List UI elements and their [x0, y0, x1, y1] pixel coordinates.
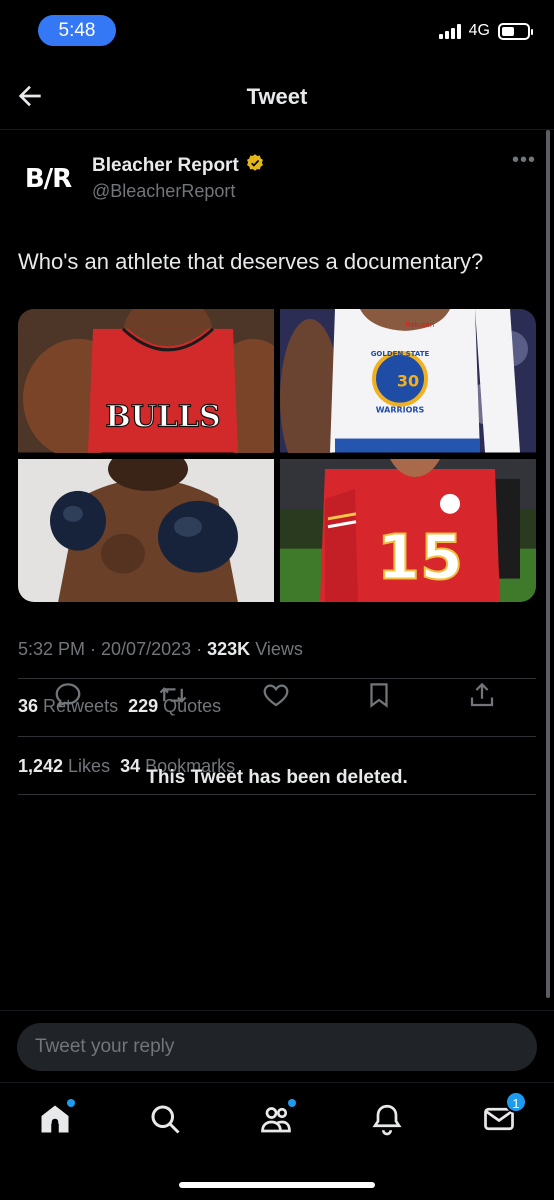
- media-image-warriors[interactable]: 30 GOLDEN STATE WARRIORS Rakuten: [280, 309, 536, 453]
- more-options-icon[interactable]: •••: [512, 149, 536, 172]
- home-icon[interactable]: [37, 1099, 75, 1137]
- jersey-arc-text: GOLDEN STATE: [371, 350, 430, 358]
- divider: [18, 678, 536, 679]
- communities-icon[interactable]: [258, 1099, 296, 1137]
- avatar-logo-text: B/R: [24, 164, 72, 194]
- notifications-bell-icon[interactable]: [369, 1101, 405, 1137]
- tweet-author: B/R Bleacher Report @BleacherReport •••: [18, 149, 538, 209]
- jersey-team-text: WARRIORS: [376, 406, 425, 415]
- signal-icon: [438, 23, 461, 39]
- retweet-icon[interactable]: [158, 680, 188, 710]
- avatar[interactable]: B/R: [18, 149, 78, 209]
- bookmark-icon[interactable]: [364, 680, 394, 710]
- battery-icon: [498, 22, 533, 40]
- views-count: 323K: [207, 639, 251, 659]
- reply-icon[interactable]: [53, 680, 83, 710]
- tweet-text: Who's an athlete that deserves a documen…: [18, 249, 484, 274]
- status-indicators: 4G: [438, 22, 533, 40]
- like-heart-icon[interactable]: [261, 680, 291, 710]
- tweet-media-grid[interactable]: BULLS 30 GOLDEN STATE WARRIORS Rakuten 1…: [18, 309, 536, 602]
- communities-notification-dot: [288, 1099, 296, 1107]
- deleted-tweet-notice: This Tweet has been deleted.: [146, 767, 408, 788]
- media-image-boxer[interactable]: [18, 458, 274, 602]
- media-image-chiefs[interactable]: 15: [280, 458, 536, 602]
- reply-composer: [0, 1010, 554, 1082]
- tweet-timestamp[interactable]: 5:32 PM · 20/07/2023 ·: [18, 639, 202, 659]
- jersey-sponsor: Rakuten: [406, 321, 435, 329]
- top-header: Tweet: [0, 62, 554, 130]
- author-handle[interactable]: @BleacherReport: [92, 181, 235, 202]
- reply-input[interactable]: [17, 1023, 537, 1071]
- share-icon[interactable]: [467, 680, 497, 710]
- jersey-number: 30: [397, 372, 419, 391]
- messages-badge: 1: [505, 1091, 527, 1113]
- tweet-actions: [0, 680, 554, 710]
- status-time: 5:48: [38, 15, 116, 46]
- jersey-text: BULLS: [105, 400, 220, 435]
- messages-mail-icon[interactable]: 1: [481, 1091, 527, 1137]
- views-label: Views: [255, 639, 303, 659]
- divider: [18, 794, 536, 795]
- media-image-bulls[interactable]: BULLS: [18, 309, 274, 453]
- search-icon[interactable]: [147, 1101, 183, 1137]
- scrollbar[interactable]: [546, 130, 550, 998]
- status-bar: 5:48 4G: [0, 0, 554, 62]
- home-notification-dot: [67, 1099, 75, 1107]
- divider: [18, 736, 536, 737]
- network-type: 4G: [468, 22, 490, 39]
- author-name[interactable]: Bleacher Report: [92, 155, 239, 177]
- home-indicator: [179, 1182, 375, 1188]
- verified-badge-icon: [245, 153, 265, 178]
- jersey-number: 15: [377, 521, 463, 593]
- tweet-meta: 5:32 PM · 20/07/2023 · 323K Views: [18, 639, 303, 660]
- page-title: Tweet: [246, 84, 308, 109]
